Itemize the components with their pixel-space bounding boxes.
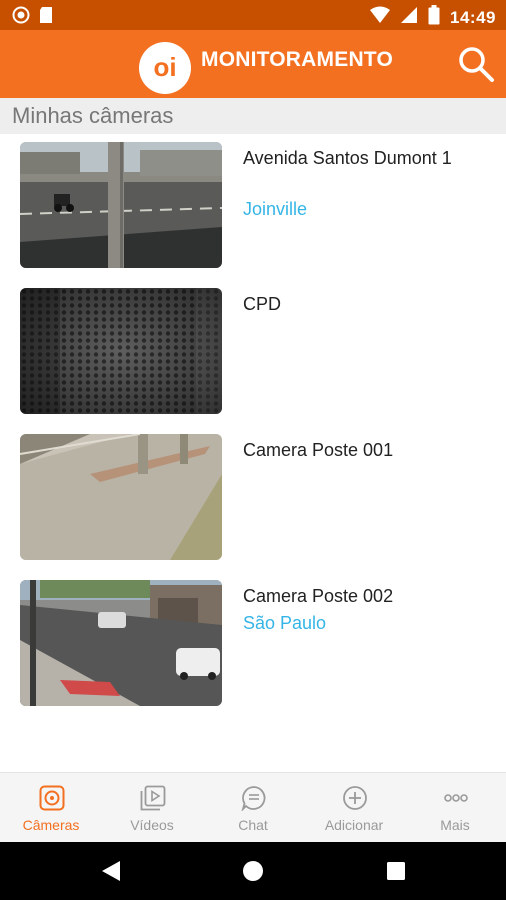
camera-name: CPD	[243, 294, 282, 314]
camera-item[interactable]: Camera Poste 002 São Paulo	[0, 572, 506, 706]
recents-icon[interactable]	[386, 861, 406, 881]
camera-name: Camera Poste 002	[243, 586, 394, 606]
wifi-icon	[370, 6, 391, 29]
camera-city-link[interactable]: São Paulo	[243, 613, 326, 634]
status-time: 14:49	[450, 7, 496, 27]
system-nav-bar	[0, 842, 506, 900]
camera-item[interactable]: Camera Poste 001	[0, 426, 506, 560]
more-dots-icon	[444, 794, 468, 802]
nav-label: Câmeras	[22, 817, 80, 833]
oi-logo: oi	[139, 42, 191, 94]
status-left	[12, 6, 54, 29]
camera-city-link[interactable]: Joinville	[243, 199, 307, 220]
nav-label: Vídeos	[130, 817, 174, 833]
record-icon	[12, 6, 30, 29]
app-screen: 14:49 oi MONITORAMENTO Minhas câmeras Av…	[0, 0, 506, 900]
bottom-nav: Câmeras Vídeos Chat Adicionar Mais	[0, 772, 506, 842]
nav-label: Chat	[238, 817, 268, 833]
status-bar: 14:49	[0, 0, 506, 30]
home-icon[interactable]	[242, 860, 264, 882]
camera-name: Camera Poste 001	[243, 440, 394, 460]
camera-item[interactable]: CPD	[0, 280, 506, 414]
signal-icon	[400, 6, 418, 29]
camera-thumbnail[interactable]	[20, 288, 222, 414]
search-button[interactable]	[456, 44, 496, 84]
add-circle-icon	[343, 786, 367, 810]
nav-item-add[interactable]: Adicionar	[304, 773, 404, 843]
nav-label: Mais	[440, 817, 470, 833]
camera-name: Avenida Santos Dumont 1	[243, 148, 452, 168]
logo-text: oi	[153, 52, 177, 82]
app-bar: oi MONITORAMENTO	[0, 30, 506, 98]
search-icon	[459, 47, 494, 82]
camera-item[interactable]: Avenida Santos Dumont 1 Joinville	[0, 134, 506, 268]
status-right: 14:49	[370, 5, 496, 30]
sd-card-icon	[38, 6, 54, 29]
back-icon[interactable]	[100, 859, 122, 883]
chat-icon	[241, 786, 266, 811]
section-header: Minhas câmeras	[0, 98, 506, 134]
section-title: Minhas câmeras	[12, 103, 174, 128]
nav-item-chat[interactable]: Chat	[203, 773, 303, 843]
camera-thumbnail[interactable]	[20, 434, 222, 560]
camera-thumbnail[interactable]	[20, 580, 222, 706]
app-title: MONITORAMENTO	[201, 48, 393, 71]
video-play-icon	[140, 785, 166, 811]
nav-item-more[interactable]: Mais	[405, 773, 505, 843]
camera-thumbnail[interactable]	[20, 142, 222, 268]
nav-label: Adicionar	[324, 817, 384, 833]
nav-item-videos[interactable]: Vídeos	[102, 773, 202, 843]
camera-icon	[39, 785, 65, 811]
nav-item-cameras[interactable]: Câmeras	[1, 773, 101, 843]
battery-icon	[428, 5, 440, 30]
